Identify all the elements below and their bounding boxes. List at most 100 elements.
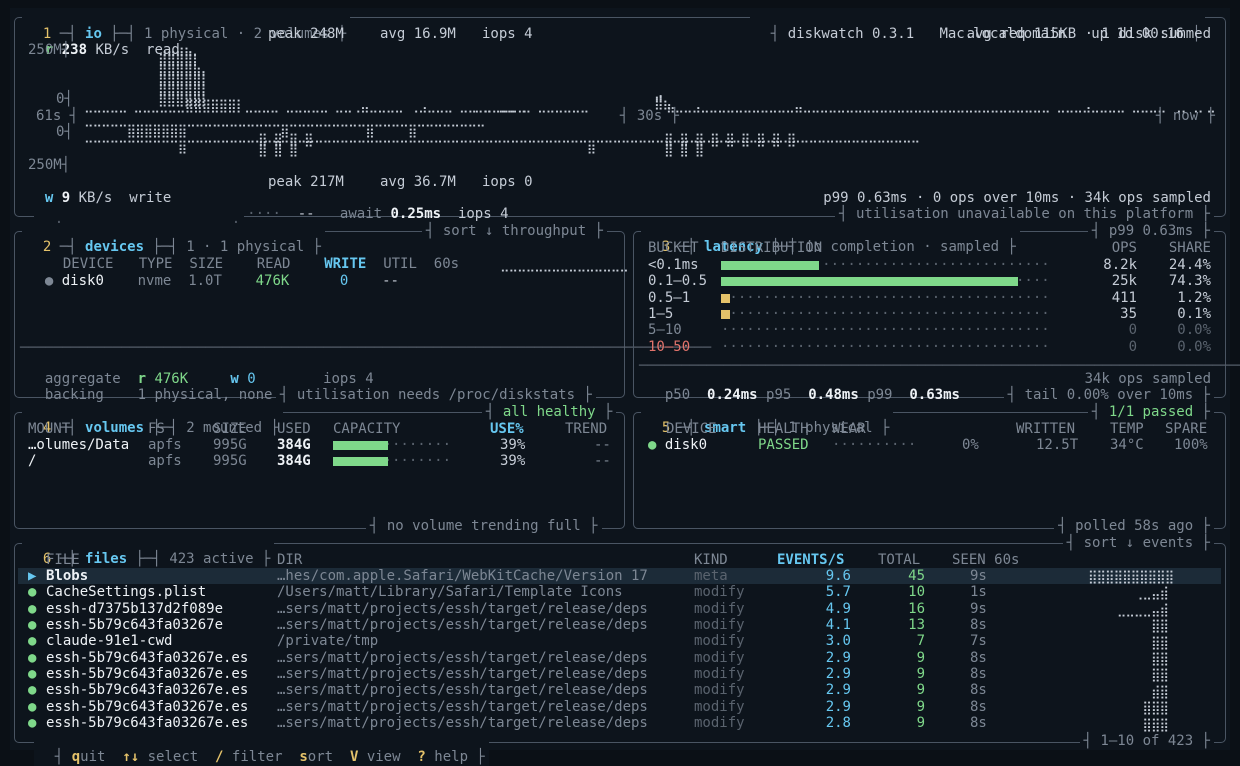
volume-pct: 39% — [500, 437, 526, 453]
file-name: Blobs — [46, 568, 89, 584]
volumes-footer: ┤ no volume trending full ├ — [366, 518, 602, 535]
file-dir: …sers/matt/projects/essh/target/release/… — [277, 600, 648, 617]
smart-col-wear: WEAR — [832, 421, 866, 437]
backing-label: backing — [44, 387, 104, 404]
devices-sort[interactable]: ┤ sort ↓ throughput ├ — [422, 223, 608, 240]
file-kind: modify — [694, 617, 745, 634]
latency-dots: ······································· — [721, 290, 1050, 306]
file-seen: 8s — [970, 649, 987, 666]
latency-ops: 411 — [1111, 290, 1137, 306]
scale-label: 250M — [28, 42, 62, 58]
key-hint[interactable]: ? — [417, 749, 425, 765]
file-name: essh-5b79c643fa03267e.es — [46, 698, 249, 715]
files-col-seen: SEEN 60s — [952, 552, 1020, 568]
latency-bucket: 10–50 — [648, 339, 691, 355]
now-marker: ┤ now ├ — [1156, 108, 1216, 124]
capacity-bar — [333, 457, 388, 466]
file-events: 2.9 — [825, 666, 851, 683]
panel-title: files — [85, 551, 128, 568]
vitals-iops: iops 4 — [457, 206, 509, 223]
key-hint[interactable]: q — [72, 749, 80, 765]
file-kind: modify — [694, 682, 745, 699]
percentiles-row: p50 0.24ms p95 0.48ms p99 0.63ms — [648, 371, 960, 404]
latency-bar — [721, 310, 730, 319]
key-hint[interactable]: V — [350, 749, 358, 765]
file-name: CacheSettings.plist — [46, 584, 207, 601]
file-kind: modify — [694, 633, 745, 650]
volumes-col-fs: FS — [148, 421, 165, 437]
file-seen: 9s — [970, 600, 987, 617]
key-hint[interactable]: s — [299, 749, 307, 765]
volume-used: 384G — [277, 437, 311, 453]
file-status-dot: ● — [28, 584, 37, 601]
util-value: -- — [297, 206, 315, 223]
file-name: essh-5b79c643fa03267e.es — [46, 649, 249, 666]
p99-label: p99 — [867, 387, 893, 404]
app-version: diskwatch 0.3.1 — [787, 26, 915, 43]
file-kind: modify — [694, 715, 745, 732]
write-graph-spikes-2: ⣿ ⣿ ⣿ ⣿ ⣿ ⣿ ⣿ ⣿ ⣿ ⣿ ⣿ ⣿ — [664, 133, 796, 158]
write-peak: peak 217M — [268, 174, 344, 190]
latency-share: 0.0% — [1177, 339, 1211, 355]
file-status-dot: ● — [28, 698, 37, 715]
file-total: 10 — [908, 584, 925, 601]
latency-dots: ······································· — [721, 306, 1050, 322]
file-total: 7 — [916, 633, 925, 650]
wear-dots: ·········· — [832, 437, 917, 453]
latency-dots: ······································· — [721, 322, 1050, 338]
latency-share: 24.4% — [1168, 257, 1211, 273]
file-status-dot: ● — [28, 633, 37, 650]
p50-label: p50 — [664, 387, 691, 404]
device-row[interactable]: ● disk0 nvme 1.0T 476K 0 -- — [28, 257, 399, 290]
smart-written: 12.5T — [1036, 437, 1079, 453]
latency-bucket: 5–10 — [648, 322, 682, 338]
files-col-events[interactable]: EVENTS/S — [777, 552, 844, 568]
file-total: 9 — [916, 666, 925, 683]
file-status-dot: ● — [28, 666, 37, 683]
device-write: 0 — [339, 273, 349, 290]
file-seen: 7s — [970, 633, 987, 650]
file-kind: modify — [694, 600, 745, 617]
latency-dots: ······································· — [721, 339, 1050, 355]
volumes-col-mount: MOUNT — [28, 421, 71, 437]
smart-status-dot: ● — [648, 437, 657, 453]
volumes-status: ┤ all healthy ├ — [482, 404, 617, 421]
zero-label: 0 — [56, 124, 65, 140]
latency-col-share: SHARE — [1168, 240, 1211, 256]
device-name: disk0 — [61, 273, 104, 290]
panel-subtitle: io completion · sampled — [805, 239, 1000, 256]
volumes-col-use[interactable]: USE% — [490, 421, 524, 437]
latency-bar — [721, 294, 730, 303]
read-scale-zero: 0┤ — [56, 91, 73, 107]
devices-divider: ────────────────────────────────────────… — [20, 340, 712, 356]
file-seen: 8s — [970, 666, 987, 683]
volume-used: 384G — [277, 453, 311, 469]
files-sort[interactable]: ┤ sort ↓ events ├ — [1062, 535, 1214, 552]
file-status-dot: ● — [28, 617, 37, 634]
file-total: 9 — [916, 649, 925, 666]
files-sparklines: ⣿⣿⣿⣿⣿⣿⣿⣿⣿⣿ ⢀⣀⣤⣾ ⣀⣀⣀⣀⣤⣾ ⣿⣿ ⣿⣿ ⣿⣿ ⣿⣿ ⣾⣿ ⣿⣿⣿ ⣿⣿⣿ — [1088, 570, 1174, 733]
read-scale-top: 250M┤ — [28, 42, 71, 58]
file-status-dot: ● — [28, 715, 37, 732]
key-hint[interactable]: / — [215, 749, 223, 765]
panel-subtitle: 423 active — [169, 551, 254, 568]
latency-share: 0.1% — [1177, 306, 1211, 322]
smart-col-written: WRITTEN — [1016, 421, 1076, 437]
now-label: now — [1172, 108, 1199, 124]
smart-footer-text: polled 58s ago — [1075, 518, 1194, 534]
latency-bar — [721, 277, 1018, 286]
file-events: 2.9 — [825, 698, 851, 715]
devices-footer-text: utilisation needs /proc/diskstats — [296, 387, 576, 403]
zero-label: 0 — [56, 91, 65, 107]
file-kind: modify — [694, 698, 745, 715]
read-iops: iops 4 — [482, 26, 533, 42]
selected-marker-icon: ▶ — [28, 568, 37, 584]
device-read: 476K — [255, 273, 290, 290]
window-label: 61s ┤ — [36, 108, 79, 124]
key-hint[interactable]: ↑↓ — [122, 749, 139, 765]
file-dir: /private/tmp — [277, 633, 379, 650]
volumes-col-capacity: CAPACITY — [333, 421, 401, 437]
mid-label: 30s — [636, 108, 663, 124]
latency-sampled: 34k ops sampled — [1084, 371, 1211, 387]
device-type: nvme — [137, 273, 172, 290]
